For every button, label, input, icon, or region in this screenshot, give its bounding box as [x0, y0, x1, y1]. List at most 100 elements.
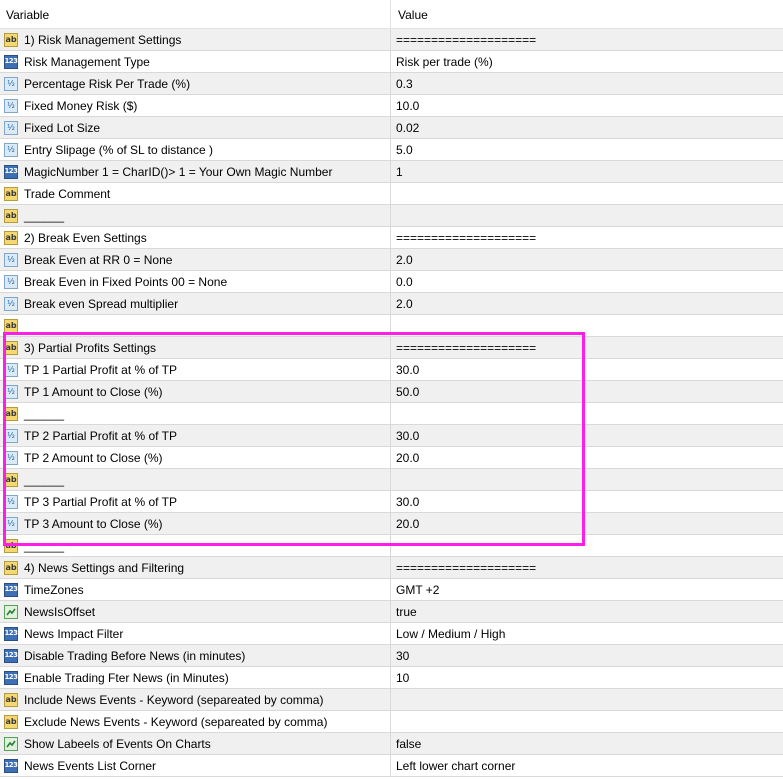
table-row[interactable]: ½ TP 2 Amount to Close (%) 20.0 [0, 447, 783, 469]
table-row[interactable]: ½ Fixed Money Risk ($) 10.0 [0, 95, 783, 117]
variable-name: Break Even in Fixed Points 00 = None [24, 274, 228, 289]
table-row[interactable]: ab Trade Comment [0, 183, 783, 205]
table-row[interactable]: ab [0, 315, 783, 337]
table-row[interactable]: ab ______ [0, 535, 783, 557]
table-row[interactable]: ½ TP 1 Amount to Close (%) 50.0 [0, 381, 783, 403]
bool-icon [4, 604, 18, 619]
123-icon: 123 [4, 670, 18, 685]
table-row[interactable]: ab ______ [0, 205, 783, 227]
table-row[interactable]: ½ Fixed Lot Size 0.02 [0, 117, 783, 139]
value-column-header[interactable]: Value [391, 0, 783, 28]
value-cell[interactable]: false [391, 733, 783, 754]
table-row[interactable]: ab Exclude News Events - Keyword (separea… [0, 711, 783, 733]
value-cell[interactable] [391, 403, 783, 424]
variable-name: Entry Slipage (% of SL to distance ) [24, 142, 213, 157]
value-cell[interactable]: Risk per trade (%) [391, 51, 783, 72]
table-row[interactable]: ab 3) Partial Profits Settings ===========… [0, 337, 783, 359]
value-cell[interactable] [391, 315, 783, 336]
value-cell[interactable] [391, 469, 783, 490]
ab-icon: ab [4, 186, 18, 201]
table-row[interactable]: 123 Disable Trading Before News (in minut… [0, 645, 783, 667]
value-cell[interactable]: 10.0 [391, 95, 783, 116]
table-row[interactable]: 123 MagicNumber 1 = CharID()> 1 = Your Ow… [0, 161, 783, 183]
table-row[interactable]: ab 4) News Settings and Filtering ========… [0, 557, 783, 579]
table-row[interactable]: ½ TP 3 Partial Profit at % of TP 30.0 [0, 491, 783, 513]
value-cell[interactable] [391, 205, 783, 226]
table-row[interactable]: 123 TimeZones GMT +2 [0, 579, 783, 601]
ab-icon: ab [4, 32, 18, 47]
value-cell[interactable]: 0.02 [391, 117, 783, 138]
ab-icon: ab [4, 560, 18, 575]
value-cell[interactable]: 20.0 [391, 513, 783, 534]
variable-cell: ab ______ [0, 469, 391, 490]
value-cell[interactable]: 2.0 [391, 249, 783, 270]
table-row[interactable]: 123 News Events List Corner Left lower cha… [0, 755, 783, 777]
value-cell[interactable]: ==================== [391, 337, 783, 358]
variable-cell: 123 Risk Management Type [0, 51, 391, 72]
value-cell[interactable]: 30.0 [391, 491, 783, 512]
value-cell[interactable]: ==================== [391, 557, 783, 578]
variable-cell: ab ______ [0, 535, 391, 556]
value-cell[interactable] [391, 711, 783, 732]
value-cell[interactable]: 30.0 [391, 425, 783, 446]
value-cell[interactable]: 10 [391, 667, 783, 688]
variable-cell: ab 1) Risk Management Settings [0, 29, 391, 50]
value-cell[interactable]: Low / Medium / High [391, 623, 783, 644]
value-cell[interactable]: 1 [391, 161, 783, 182]
variable-cell: ½ Break Even at RR 0 = None [0, 249, 391, 270]
value-cell[interactable]: 50.0 [391, 381, 783, 402]
value-cell[interactable]: true [391, 601, 783, 622]
table-row[interactable]: ab ______ [0, 403, 783, 425]
table-row[interactable]: ½ Percentage Risk Per Trade (%) 0.3 [0, 73, 783, 95]
variable-cell: 123 Disable Trading Before News (in minut… [0, 645, 391, 666]
variable-name: 4) News Settings and Filtering [24, 560, 185, 575]
table-row[interactable]: NewsIsOffset true [0, 601, 783, 623]
value-cell[interactable]: ==================== [391, 227, 783, 248]
value-cell[interactable]: GMT +2 [391, 579, 783, 600]
variable-name: TP 1 Amount to Close (%) [24, 384, 163, 399]
ab-icon: ab [4, 208, 18, 223]
table-row[interactable]: ab ______ [0, 469, 783, 491]
123-icon: 123 [4, 648, 18, 663]
value-cell[interactable] [391, 689, 783, 710]
table-row[interactable]: ab Include News Events - Keyword (separea… [0, 689, 783, 711]
table-row[interactable]: ½ TP 3 Amount to Close (%) 20.0 [0, 513, 783, 535]
table-row[interactable]: ½ TP 2 Partial Profit at % of TP 30.0 [0, 425, 783, 447]
value-cell[interactable]: ==================== [391, 29, 783, 50]
grid-header: Variable Value [0, 0, 783, 29]
table-row[interactable]: ½ Break even Spread multiplier 2.0 [0, 293, 783, 315]
value-cell[interactable]: 30.0 [391, 359, 783, 380]
fraction-icon: ½ [4, 384, 18, 399]
value-cell[interactable]: 20.0 [391, 447, 783, 468]
variable-name: Include News Events - Keyword (separeate… [24, 692, 324, 707]
variable-name: Enable Trading Fter News (in Minutes) [24, 670, 229, 685]
table-row[interactable]: ab 1) Risk Management Settings ===========… [0, 29, 783, 51]
table-row[interactable]: ½ TP 1 Partial Profit at % of TP 30.0 [0, 359, 783, 381]
table-row[interactable]: Show Labeels of Events On Charts false [0, 733, 783, 755]
variable-column-header[interactable]: Variable [0, 0, 391, 28]
table-row[interactable]: ½ Break Even in Fixed Points 00 = None 0.0 [0, 271, 783, 293]
value-cell[interactable]: 5.0 [391, 139, 783, 160]
value-cell[interactable]: 30 [391, 645, 783, 666]
table-row[interactable]: 123 Enable Trading Fter News (in Minutes)… [0, 667, 783, 689]
value-cell[interactable] [391, 535, 783, 556]
variable-cell: ab 2) Break Even Settings [0, 227, 391, 248]
variable-cell: ½ TP 2 Amount to Close (%) [0, 447, 391, 468]
123-icon: 123 [4, 758, 18, 773]
table-row[interactable]: 123 Risk Management Type Risk per trade (%… [0, 51, 783, 73]
table-row[interactable]: ½ Entry Slipage (% of SL to distance ) 5.0 [0, 139, 783, 161]
variable-cell: Show Labeels of Events On Charts [0, 733, 391, 754]
value-cell[interactable]: Left lower chart corner [391, 755, 783, 776]
variable-name: Exclude News Events - Keyword (separeate… [24, 714, 328, 729]
value-cell[interactable]: 2.0 [391, 293, 783, 314]
value-cell[interactable]: 0.0 [391, 271, 783, 292]
value-cell[interactable]: 0.3 [391, 73, 783, 94]
table-row[interactable]: ½ Break Even at RR 0 = None 2.0 [0, 249, 783, 271]
variable-name: 2) Break Even Settings [24, 230, 147, 245]
variable-cell: ab Exclude News Events - Keyword (separea… [0, 711, 391, 732]
ab-icon: ab [4, 538, 18, 553]
table-row[interactable]: 123 News Impact Filter Low / Medium / High [0, 623, 783, 645]
ab-icon: ab [4, 318, 18, 333]
value-cell[interactable] [391, 183, 783, 204]
table-row[interactable]: ab 2) Break Even Settings ================… [0, 227, 783, 249]
